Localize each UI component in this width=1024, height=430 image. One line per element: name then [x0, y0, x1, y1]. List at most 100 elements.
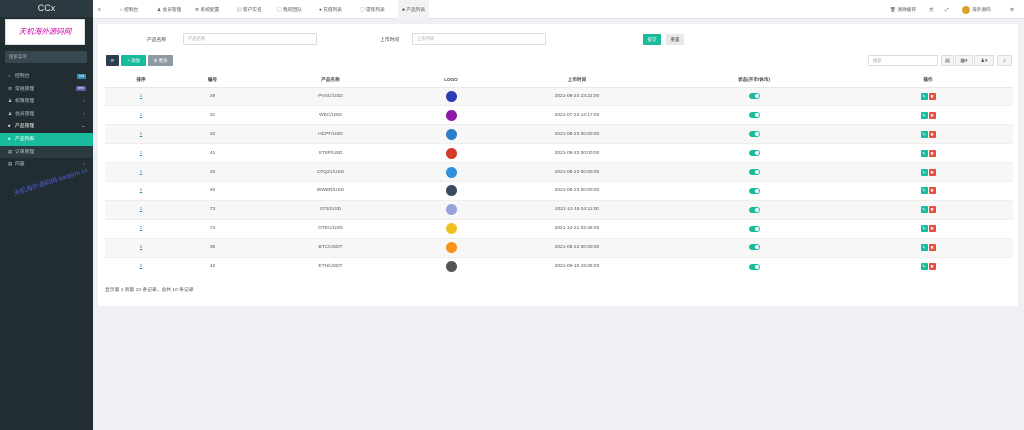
sidebar-item-3[interactable]: ♟ 会员管理 ‹ [0, 108, 93, 121]
status-toggle[interactable] [748, 112, 760, 119]
tab-7[interactable]: ♣ 产品列表 [398, 0, 430, 19]
edit-icon[interactable]: ✎ [920, 206, 928, 214]
column-header[interactable]: 产品名称 [248, 73, 413, 88]
more-button[interactable]: ⚙ 更多 [148, 55, 173, 66]
name-cell: CFQZ1/USD [248, 162, 413, 182]
submit-button[interactable]: 提交 [643, 34, 661, 45]
reset-button[interactable]: 重置 [666, 34, 684, 45]
delete-icon[interactable]: ✖ [928, 111, 936, 119]
sort-cell: 1 [105, 180, 177, 201]
sort-link[interactable]: 1 [140, 94, 143, 99]
sort-link[interactable]: 1 [140, 113, 143, 118]
delete-icon[interactable]: ✖ [928, 92, 936, 100]
language-icon[interactable]: 文 [929, 0, 934, 19]
sort-link[interactable]: 1 [140, 188, 143, 193]
sidebar-item-2[interactable]: ♟ 权限管理 ‹ [0, 95, 93, 108]
sort-link[interactable]: 1 [140, 226, 143, 231]
delete-icon[interactable]: ✖ [928, 225, 936, 233]
toggle-view-icon[interactable]: ▤ [941, 55, 954, 66]
menu-search-input[interactable]: 搜索菜单 [5, 51, 87, 63]
edit-icon[interactable]: ✎ [920, 263, 928, 271]
sidebar-item-label: 产品管理 [15, 124, 35, 130]
status-toggle[interactable] [748, 93, 760, 100]
status-toggle[interactable] [748, 168, 760, 175]
id-cell: 74 [177, 218, 248, 239]
edit-icon[interactable]: ✎ [920, 168, 928, 176]
sort-link[interactable]: 1 [140, 170, 143, 175]
brand-title[interactable]: CCx [0, 0, 93, 17]
add-button[interactable]: + 添加 [121, 55, 146, 66]
banner-logo: 天机海外源码网 [5, 19, 85, 45]
edit-icon[interactable]: ✎ [920, 92, 928, 100]
delete-icon[interactable]: ✖ [928, 187, 936, 195]
delete-icon[interactable]: ✖ [928, 263, 936, 271]
edit-icon[interactable]: ✎ [920, 111, 928, 119]
tab-2[interactable]: ⚙ 系统配置 [191, 0, 223, 19]
products-table: 排序 编号 产品名称 LOGO 上市时间 状态(开市/休市) 操作 1 29 PVSC/USD 2… [105, 73, 1013, 276]
edit-icon[interactable]: ✎ [920, 187, 928, 195]
menu-icon: ⌂ [8, 73, 11, 78]
menu-toggle-icon[interactable]: ≡ [98, 0, 106, 19]
name-cell: PVSC/USD [248, 86, 413, 106]
delete-icon[interactable]: ✖ [928, 149, 936, 157]
delete-icon[interactable]: ✖ [928, 206, 936, 214]
edit-icon[interactable]: ✎ [920, 225, 928, 233]
delete-icon[interactable]: ✖ [928, 244, 936, 252]
coin-logo-icon [445, 147, 457, 159]
column-header[interactable]: 状态(开市/休市) [665, 73, 843, 88]
tab-4[interactable]: ◯ 我的团队 [273, 0, 306, 19]
tab-1[interactable]: ♟ 会员管理 [153, 0, 185, 19]
sidebar-item-0[interactable]: ⌂ 控制台 hot [0, 70, 93, 83]
search-icon[interactable]: ⌕ [997, 55, 1012, 66]
tab-0[interactable]: ⌂ 控制台 [116, 0, 142, 19]
pagination-info: 显示第 1 到第 10 条记录，总共 10 条记录 [105, 288, 194, 293]
settings-icon[interactable]: ⚙ [1010, 0, 1014, 19]
column-header[interactable]: 排序 [105, 73, 177, 88]
status-toggle[interactable] [748, 225, 760, 232]
columns-icon[interactable]: ♟▾ [974, 55, 994, 66]
status-toggle[interactable] [748, 187, 760, 194]
coin-logo-icon [445, 109, 457, 121]
sort-link[interactable]: 2 [140, 264, 143, 269]
column-header[interactable]: 操作 [843, 73, 1013, 88]
menu-icon: ♠ [8, 135, 11, 141]
actions-cell: ✎ ✖ [843, 218, 1013, 239]
refresh-button[interactable]: ⟳ [106, 55, 119, 66]
sort-link[interactable]: 1 [140, 132, 143, 137]
edit-icon[interactable]: ✎ [920, 130, 928, 138]
sidebar-item-5[interactable]: ♠ 产品列表 [0, 132, 93, 146]
sort-cell: 1 [105, 105, 177, 125]
menu-badge: new [75, 86, 86, 92]
sidebar-item-1[interactable]: ⚙ 常规管理 new [0, 83, 93, 96]
tab-3[interactable]: ▤ 客户实名 [233, 0, 266, 19]
tab-6[interactable]: ◯ 提现列表 [356, 0, 389, 19]
fullscreen-icon[interactable]: ⤢ [945, 0, 949, 19]
sort-link[interactable]: 2 [140, 245, 143, 250]
column-header[interactable]: 上市时间 [489, 73, 665, 88]
delete-icon[interactable]: ✖ [928, 168, 936, 176]
sort-link[interactable]: 1 [140, 151, 143, 156]
export-icon[interactable]: ▦▾ [955, 55, 973, 66]
sort-link[interactable]: 1 [140, 207, 143, 212]
status-toggle[interactable] [748, 149, 760, 156]
name-filter-input[interactable]: 产品名称 [183, 33, 317, 45]
status-toggle[interactable] [748, 206, 760, 213]
status-toggle[interactable] [748, 131, 760, 138]
menu-icon: ▤ [8, 148, 13, 154]
edit-icon[interactable]: ✎ [920, 244, 928, 252]
delete-icon[interactable]: ✖ [928, 130, 936, 138]
sidebar-item-4[interactable]: ♠ 产品管理 ⌄ [0, 120, 93, 133]
sidebar-item-6[interactable]: ▤ 订单管理 [0, 145, 93, 159]
status-toggle[interactable] [748, 244, 760, 251]
column-header[interactable]: 编号 [177, 73, 248, 88]
time-filter-input[interactable]: 上市时间 [412, 33, 546, 45]
status-toggle[interactable] [748, 263, 760, 270]
user-menu[interactable]: 海外源码 [962, 0, 991, 19]
edit-icon[interactable]: ✎ [920, 149, 928, 157]
clear-cache-button[interactable]: 🗑 清除缓存 [890, 0, 916, 19]
logo-cell [413, 86, 489, 106]
table-search-input[interactable]: 搜索 [868, 55, 938, 66]
column-header[interactable]: LOGO [413, 73, 489, 88]
table-row: 1 46 WWER/USD 2021-08-23 00:00:00 ✎ ✖ [105, 180, 1013, 201]
tab-5[interactable]: ● 充值列表 [315, 0, 346, 19]
